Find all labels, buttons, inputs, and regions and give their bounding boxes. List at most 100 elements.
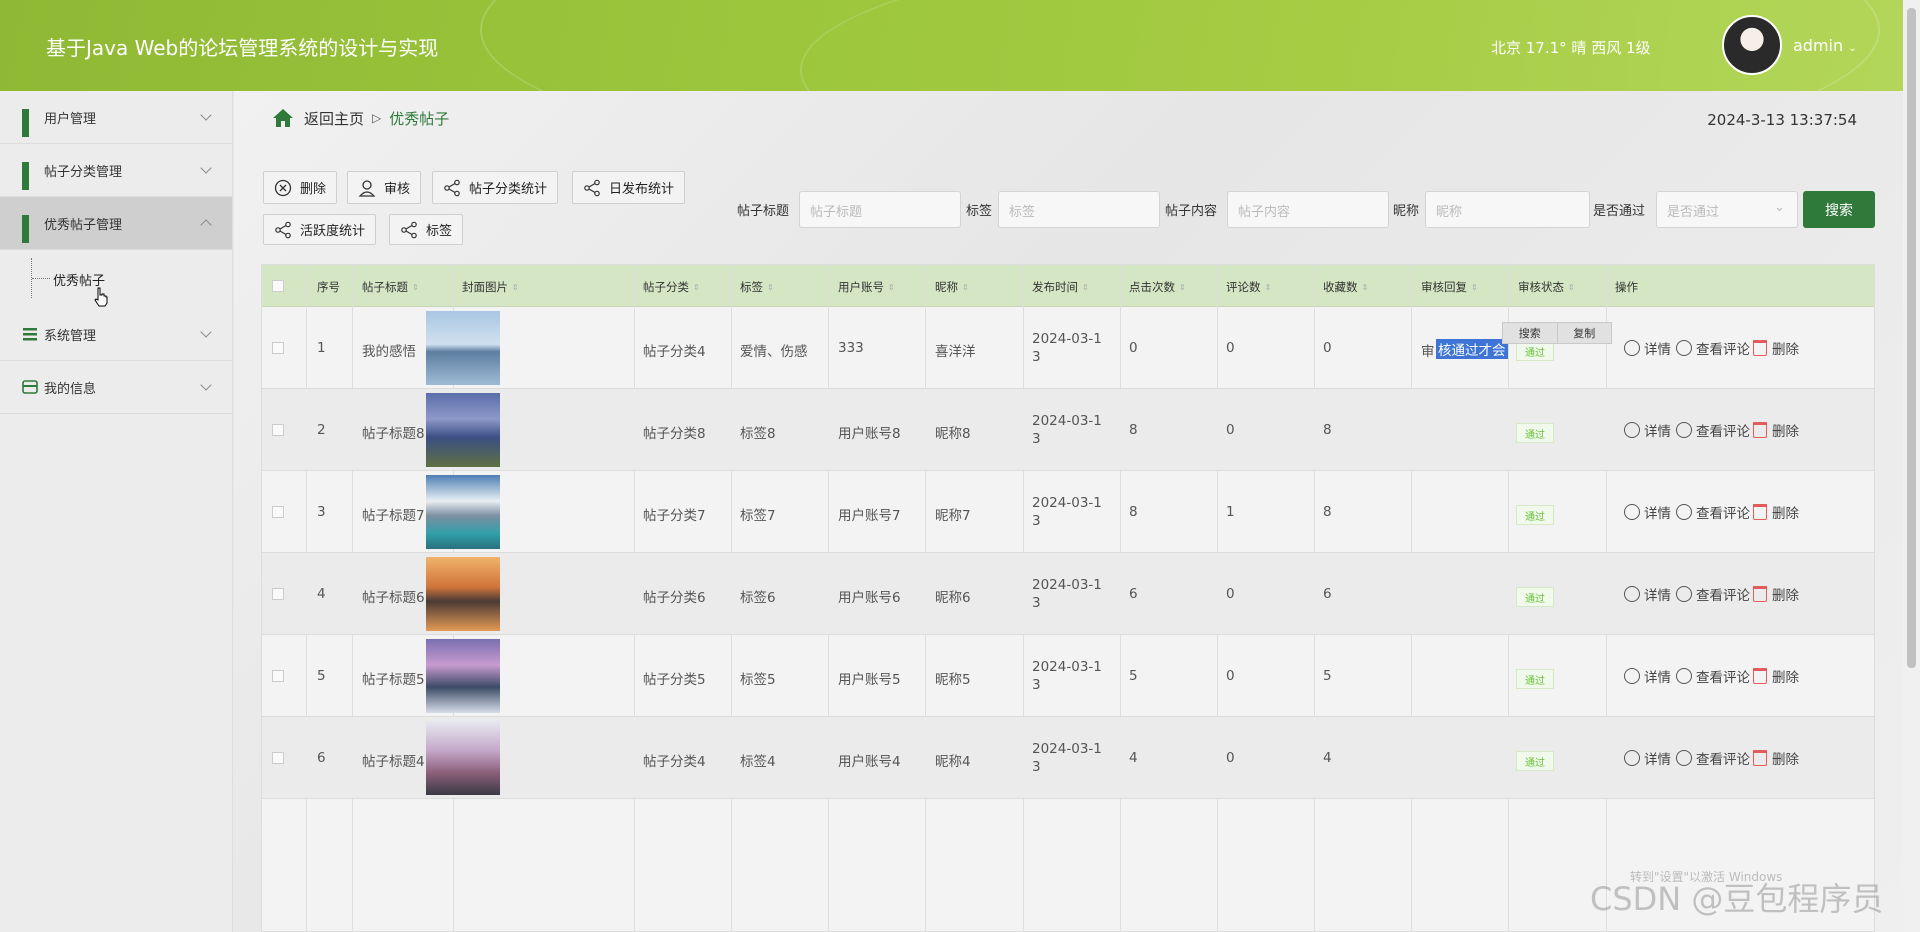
avatar[interactable]	[1722, 15, 1782, 75]
chevron-down-icon: ⌄	[1774, 200, 1785, 215]
sidebar-item-label: 帖子分类管理	[44, 164, 123, 180]
column-header[interactable]: 用户账号 ⇕	[838, 279, 895, 295]
detail-button[interactable]: 详情	[1624, 502, 1671, 522]
delete-button[interactable]: 删除	[263, 171, 338, 204]
activity-stats-button[interactable]: 活跃度统计	[263, 214, 377, 245]
cell-category: 帖子分类8	[643, 426, 706, 442]
cell-time: 3	[1032, 595, 1041, 611]
cell-title: 帖子标题6	[362, 590, 425, 606]
column-header[interactable]: 标签 ⇕	[740, 279, 774, 295]
view-comments-button-label: 查看评论	[1696, 424, 1750, 440]
view-comments-button[interactable]: 查看评论	[1676, 338, 1750, 358]
chevron-down-icon	[200, 109, 212, 121]
tags-button[interactable]: 标签	[389, 214, 464, 245]
view-comments-button[interactable]: 查看评论	[1676, 748, 1750, 768]
row-delete-button[interactable]: 删除	[1753, 502, 1799, 522]
row-delete-button[interactable]: 删除	[1753, 338, 1799, 358]
column-header[interactable]: 发布时间 ⇕	[1032, 279, 1089, 295]
trash-icon	[1753, 668, 1767, 684]
detail-button[interactable]: 详情	[1624, 338, 1671, 358]
nickname-filter-input[interactable]: 昵称	[1425, 191, 1590, 228]
main-content: 返回主页 ▷ 优秀帖子 2024-3-13 13:37:54 删除 审核 帖子分…	[234, 91, 1903, 932]
row-delete-button[interactable]: 删除	[1753, 748, 1799, 768]
cell-time: 2024-03-1	[1032, 495, 1102, 511]
table-row: 2 帖子标题8 帖子分类8 标签8 用户账号8 昵称8 8 0 8 2024-03-1 3 通过 详情 查…	[262, 389, 1874, 471]
column-header[interactable]: 封面图片 ⇕	[462, 279, 519, 295]
column-header[interactable]: 评论数 ⇕	[1226, 279, 1271, 295]
row-checkbox[interactable]	[272, 506, 284, 518]
row-checkbox[interactable]	[272, 424, 284, 436]
sidebar-item-my-info[interactable]: 我的信息	[0, 361, 232, 414]
column-header[interactable]: 审核状态 ⇕	[1518, 279, 1575, 295]
cell-favorites: 8	[1323, 422, 1332, 438]
table-row: 4 帖子标题6 帖子分类6 标签6 用户账号6 昵称6 6 0 6 2024-03-1 3 通过 详情 查…	[262, 553, 1874, 635]
daily-stats-button[interactable]: 日发布统计	[572, 171, 686, 204]
sidebar-item-system-management[interactable]: 系统管理	[0, 308, 232, 361]
detail-button-label: 详情	[1644, 424, 1671, 440]
detail-button[interactable]: 详情	[1624, 748, 1671, 768]
breadcrumb-home-link[interactable]: 返回主页	[304, 108, 364, 129]
popup-copy-button[interactable]: 复制	[1558, 323, 1612, 343]
cell-account: 333	[838, 340, 864, 356]
select-all-checkbox[interactable]	[272, 280, 284, 292]
row-checkbox[interactable]	[272, 752, 284, 764]
title-filter-input[interactable]: 帖子标题	[799, 191, 961, 228]
audit-button[interactable]: 审核	[347, 171, 422, 204]
view-comments-button[interactable]: 查看评论	[1676, 666, 1750, 686]
passed-filter-select[interactable]: 是否通过 ⌄	[1656, 191, 1798, 228]
row-delete-button[interactable]: 删除	[1753, 420, 1799, 440]
cell-account: 用户账号7	[838, 508, 901, 524]
detail-button[interactable]: 详情	[1624, 420, 1671, 440]
cell-comments: 0	[1226, 668, 1235, 684]
scrollbar-thumb[interactable]	[1907, 8, 1916, 668]
detail-button-label: 详情	[1644, 588, 1671, 604]
column-header[interactable]: 帖子分类 ⇕	[643, 279, 700, 295]
column-header[interactable]: 帖子标题 ⇕	[362, 279, 419, 295]
table-row: 3 帖子标题7 帖子分类7 标签7 用户账号7 昵称7 8 1 8 2024-03-1 3 通过 详情 查…	[262, 471, 1874, 553]
column-header[interactable]: 审核回复 ⇕	[1421, 279, 1478, 295]
cell-title: 帖子标题5	[362, 672, 425, 688]
search-button[interactable]: 搜索	[1803, 191, 1875, 228]
cell-category: 帖子分类7	[643, 508, 706, 524]
detail-button[interactable]: 详情	[1624, 666, 1671, 686]
sidebar-item-category-management[interactable]: 帖子分类管理	[0, 144, 232, 197]
category-stats-label: 帖子分类统计	[469, 182, 548, 197]
view-comments-button[interactable]: 查看评论	[1676, 502, 1750, 522]
list-icon	[22, 326, 38, 342]
row-delete-button[interactable]: 删除	[1753, 666, 1799, 686]
detail-button-label: 详情	[1644, 670, 1671, 686]
column-header[interactable]: 昵称 ⇕	[935, 279, 969, 295]
table-header: 序号 帖子标题 ⇕ 封面图片 ⇕ 帖子分类 ⇕ 标签 ⇕ 用户账号 ⇕ 昵称 ⇕ 发布时间 ⇕…	[262, 265, 1874, 307]
tree-line	[32, 278, 50, 279]
row-checkbox[interactable]	[272, 342, 284, 354]
table-row: 1 我的感悟 帖子分类4 爱情、伤感 333 喜洋洋 0 0 0 2024-03-1 3 审核通过才会…	[262, 307, 1874, 389]
row-checkbox[interactable]	[272, 670, 284, 682]
cell-account: 用户账号4	[838, 754, 901, 770]
row-checkbox[interactable]	[272, 588, 284, 600]
column-header[interactable]: 点击次数 ⇕	[1129, 279, 1186, 295]
tag-filter-input[interactable]: 标签	[998, 191, 1160, 228]
chevron-down-icon	[200, 379, 212, 391]
popup-search-button[interactable]: 搜索	[1503, 323, 1558, 343]
sidebar-item-user-management[interactable]: 用户管理	[0, 91, 232, 144]
cell-clicks: 6	[1129, 586, 1138, 602]
category-stats-button[interactable]: 帖子分类统计	[432, 171, 559, 204]
passed-filter-label: 是否通过	[1593, 204, 1646, 219]
sidebar-item-excellent-posts[interactable]: 优秀帖子管理	[0, 197, 232, 250]
view-comments-button[interactable]: 查看评论	[1676, 420, 1750, 440]
sort-icon: ⇕	[962, 283, 969, 292]
column-header[interactable]: 收藏数 ⇕	[1323, 279, 1368, 295]
home-icon[interactable]	[272, 107, 294, 129]
detail-button[interactable]: 详情	[1624, 584, 1671, 604]
user-menu[interactable]: admin ⌄	[1793, 36, 1857, 55]
share-icon	[583, 179, 601, 197]
cell-time: 3	[1032, 349, 1041, 365]
sort-icon: ⇕	[1264, 283, 1272, 292]
sidebar-subitem-excellent-post[interactable]: 优秀帖子	[0, 250, 232, 308]
column-header-label: 收藏数	[1323, 280, 1358, 294]
row-delete-button[interactable]: 删除	[1753, 584, 1799, 604]
view-comments-button[interactable]: 查看评论	[1676, 584, 1750, 604]
content-filter-input[interactable]: 帖子内容	[1227, 191, 1389, 228]
page-scrollbar[interactable]	[1903, 0, 1920, 932]
cell-favorites: 0	[1323, 340, 1332, 356]
